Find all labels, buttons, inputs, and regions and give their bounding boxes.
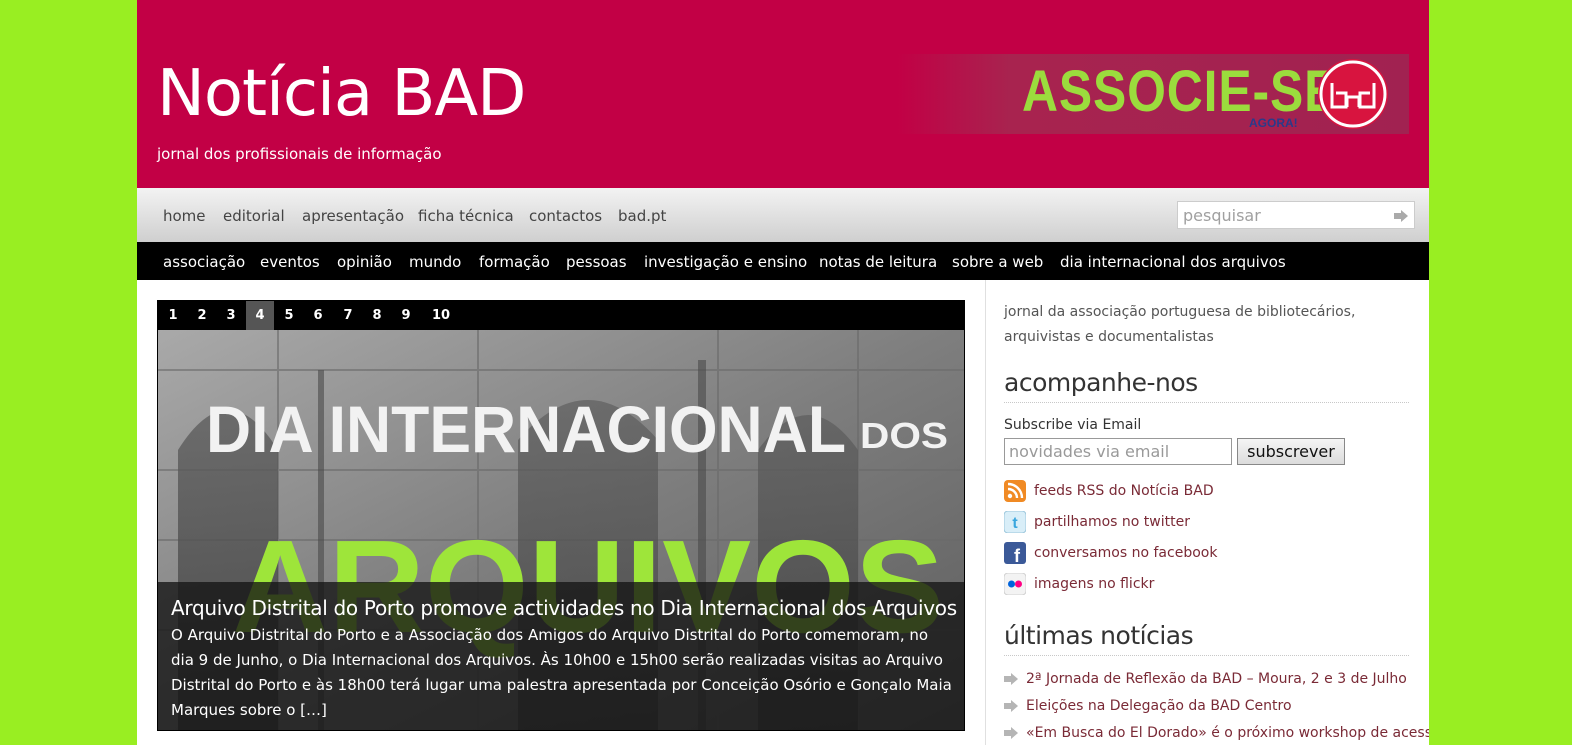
news-heading: últimas notícias	[1004, 621, 1193, 650]
slide-image-line1-suffix: DOS	[860, 415, 948, 456]
social-label-rss[interactable]: feeds RSS do Notícia BAD	[1034, 483, 1214, 499]
news-link[interactable]: Eleições na Delegação da BAD Centro	[1026, 698, 1292, 714]
subscribe-label: Subscribe via Email	[1004, 417, 1141, 433]
sidebar-divider	[985, 280, 986, 745]
site-header: Notícia BAD jornal dos profissionais de …	[137, 0, 1429, 188]
pager-page-4[interactable]: 4	[246, 301, 274, 330]
cat-investigacao-e-ensino[interactable]: investigação e ensino	[644, 253, 807, 271]
news-link[interactable]: «Em Busca do El Dorado» é o próximo work…	[1026, 725, 1429, 741]
cat-pessoas[interactable]: pessoas	[566, 253, 627, 271]
search-box	[1177, 201, 1415, 229]
bad-logo-icon	[1316, 57, 1390, 131]
slide-title[interactable]: Arquivo Distrital do Porto promove activ…	[171, 596, 957, 620]
pager-page-10[interactable]: 10	[426, 301, 456, 330]
cat-dia-internacional-dos-arquivos[interactable]: dia internacional dos arquivos	[1060, 253, 1286, 271]
cat-sobre-a-web[interactable]: sobre a web	[952, 253, 1043, 271]
site-tagline: jornal dos profissionais de informação	[157, 145, 442, 163]
news-divider	[1004, 655, 1409, 656]
nav-ficha-tecnica[interactable]: ficha técnica	[418, 207, 514, 225]
nav-editorial[interactable]: editorial	[223, 207, 285, 225]
cat-formacao[interactable]: formação	[479, 253, 550, 271]
pager-page-2[interactable]: 2	[190, 301, 214, 330]
search-input[interactable]	[1183, 205, 1383, 225]
pager-page-6[interactable]: 6	[306, 301, 330, 330]
slide-caption: Arquivo Distrital do Porto promove activ…	[158, 582, 964, 730]
social-label-flickr[interactable]: imagens no flickr	[1034, 576, 1154, 592]
follow-heading: acompanhe-nos	[1004, 368, 1198, 397]
social-label-twitter[interactable]: partilhamos no twitter	[1034, 514, 1190, 530]
pager-page-7[interactable]: 7	[336, 301, 360, 330]
cat-notas-de-leitura[interactable]: notas de leitura	[819, 253, 937, 271]
site-title[interactable]: Notícia BAD	[157, 62, 525, 126]
nav-home[interactable]: home	[163, 207, 206, 225]
arrow-right-icon	[1004, 673, 1018, 685]
pager-page-3[interactable]: 3	[219, 301, 243, 330]
cat-mundo[interactable]: mundo	[409, 253, 461, 271]
facebook-icon: f	[1004, 542, 1026, 564]
category-navigation: associação eventos opinião mundo formaçã…	[137, 242, 1429, 280]
banner-text: ASSOCIE-SE	[1022, 58, 1338, 125]
news-link[interactable]: 2ª Jornada de Reflexão da BAD – Moura, 2…	[1026, 671, 1407, 687]
banner-subtext: AGORA!	[1249, 116, 1298, 130]
search-arrow-icon[interactable]	[1393, 209, 1409, 223]
flickr-icon	[1004, 573, 1026, 595]
featured-slider: 1 2 3 4 5 6 7 8 9 10	[157, 300, 965, 731]
slide-image-line1: DIA INTERNACIONAL	[206, 392, 846, 466]
about-text: jornal da associação portuguesa de bibli…	[1004, 300, 1409, 350]
cat-opiniao[interactable]: opinião	[337, 253, 392, 271]
pager-page-8[interactable]: 8	[365, 301, 389, 330]
page-container: Notícia BAD jornal dos profissionais de …	[137, 0, 1429, 745]
nav-bad-pt[interactable]: bad.pt	[618, 207, 666, 225]
pager-page-5[interactable]: 5	[277, 301, 301, 330]
follow-divider	[1004, 402, 1409, 403]
arrow-right-icon	[1004, 727, 1018, 739]
cat-eventos[interactable]: eventos	[260, 253, 320, 271]
associe-se-banner[interactable]: ASSOCIE-SE AGORA!	[897, 54, 1409, 134]
email-field[interactable]	[1004, 438, 1232, 465]
social-label-facebook[interactable]: conversamos no facebook	[1034, 545, 1217, 561]
svg-text:f: f	[1014, 546, 1021, 564]
arrow-right-icon	[1004, 700, 1018, 712]
pager-page-9[interactable]: 9	[394, 301, 418, 330]
rss-icon	[1004, 480, 1026, 502]
cat-associacao[interactable]: associação	[163, 253, 245, 271]
nav-contactos[interactable]: contactos	[529, 207, 602, 225]
twitter-icon: t	[1004, 511, 1026, 533]
svg-text:t: t	[1012, 515, 1018, 532]
nav-apresentacao[interactable]: apresentação	[302, 207, 404, 225]
pager-page-1[interactable]: 1	[161, 301, 185, 330]
slide-excerpt: O Arquivo Distrital do Porto e a Associa…	[171, 623, 955, 723]
subscribe-button[interactable]: subscrever	[1237, 438, 1345, 465]
top-navigation: home editorial apresentação ficha técnic…	[137, 188, 1429, 242]
slider-pager: 1 2 3 4 5 6 7 8 9 10	[158, 301, 965, 330]
